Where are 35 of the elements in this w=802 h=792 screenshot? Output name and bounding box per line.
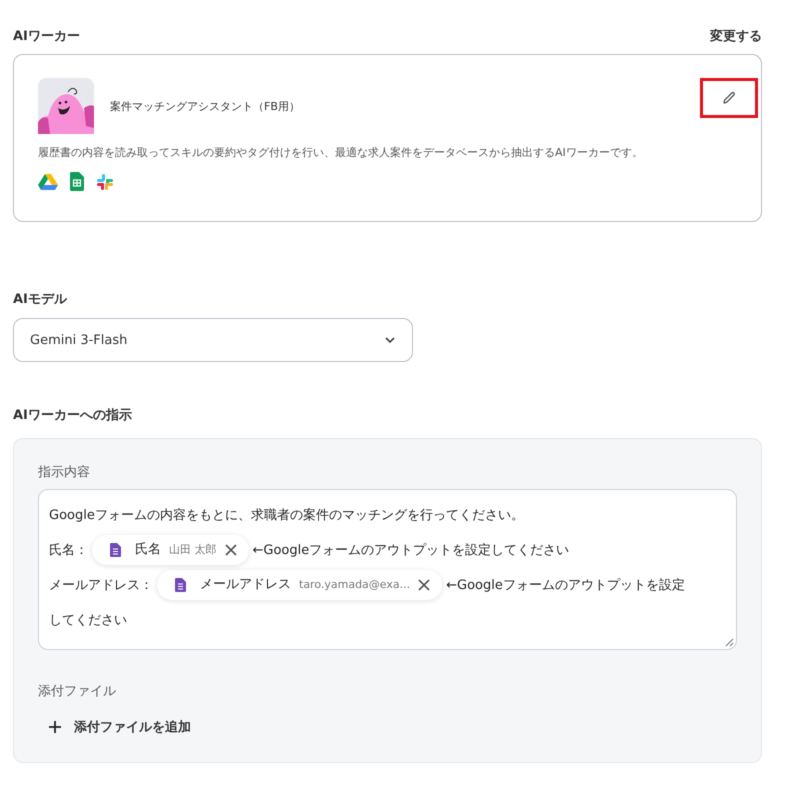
- chip-label: メールアドレス: [200, 576, 291, 594]
- form-icon: [175, 578, 186, 592]
- instruction-text: ←Googleフォームのアウトプットを設定: [446, 578, 685, 593]
- instruction-text: Googleフォームの内容をもとに、求職者の案件のマッチングを行ってください。: [49, 508, 524, 523]
- chevron-down-icon: [384, 336, 396, 344]
- add-attachment-button[interactable]: 添付ファイルを追加: [38, 714, 201, 740]
- form-icon: [110, 543, 121, 558]
- close-icon[interactable]: [224, 544, 236, 556]
- worker-description: 履歴書の内容を読み取ってスキルの要約やタグ付けを行い、最適な求人案件をデータベースから抽出するAIワーカーです。: [38, 145, 644, 160]
- field-label: 添付ファイル: [38, 683, 117, 700]
- instruction-text: ←Googleフォームのアウトプットを設定してください: [252, 543, 570, 558]
- chip-value: 山田 太郎: [169, 542, 216, 558]
- spreadsheet-icon: [70, 172, 84, 191]
- plus-icon: [48, 720, 62, 734]
- close-icon[interactable]: [418, 579, 430, 592]
- worker-name: 案件マッチングアシスタント（FB用）: [110, 98, 301, 114]
- drive-icon: [38, 172, 58, 190]
- pencil-icon: [721, 90, 737, 106]
- model-select[interactable]: Gemini 3-Flash: [13, 318, 413, 362]
- avatar-drawing: [38, 78, 94, 134]
- variable-chip[interactable]: 氏名 山田 太郎: [92, 535, 248, 566]
- instruction-textarea[interactable]: Googleフォームの内容をもとに、求職者の案件のマッチングを行ってください。 氏名： 氏名 山田 太郎 ←Googleフォームのアウトプットを設定してください メールアドレス： メールアドレス taro.yamada@exa... ←Googleフォームのアウトプットを設定 してください: [38, 489, 737, 650]
- chip-value: taro.yamada@exa...: [299, 577, 410, 594]
- variable-chip[interactable]: メールアドレス taro.yamada@exa...: [157, 570, 442, 600]
- section-title: AIワーカー: [13, 28, 80, 45]
- instruction-text: してください: [49, 613, 127, 628]
- instruction-text: 氏名：: [49, 543, 88, 558]
- hash-logo-icon: [96, 172, 114, 190]
- section-title: AIワーカーへの指示: [13, 407, 133, 424]
- change-link[interactable]: 変更する: [710, 27, 762, 45]
- chip-label: 氏名: [135, 541, 161, 560]
- resize-grip-icon[interactable]: [724, 637, 734, 647]
- section-title: AIモデル: [13, 291, 68, 308]
- field-label: 指示内容: [38, 464, 91, 481]
- instruction-text: メールアドレス：: [49, 578, 153, 593]
